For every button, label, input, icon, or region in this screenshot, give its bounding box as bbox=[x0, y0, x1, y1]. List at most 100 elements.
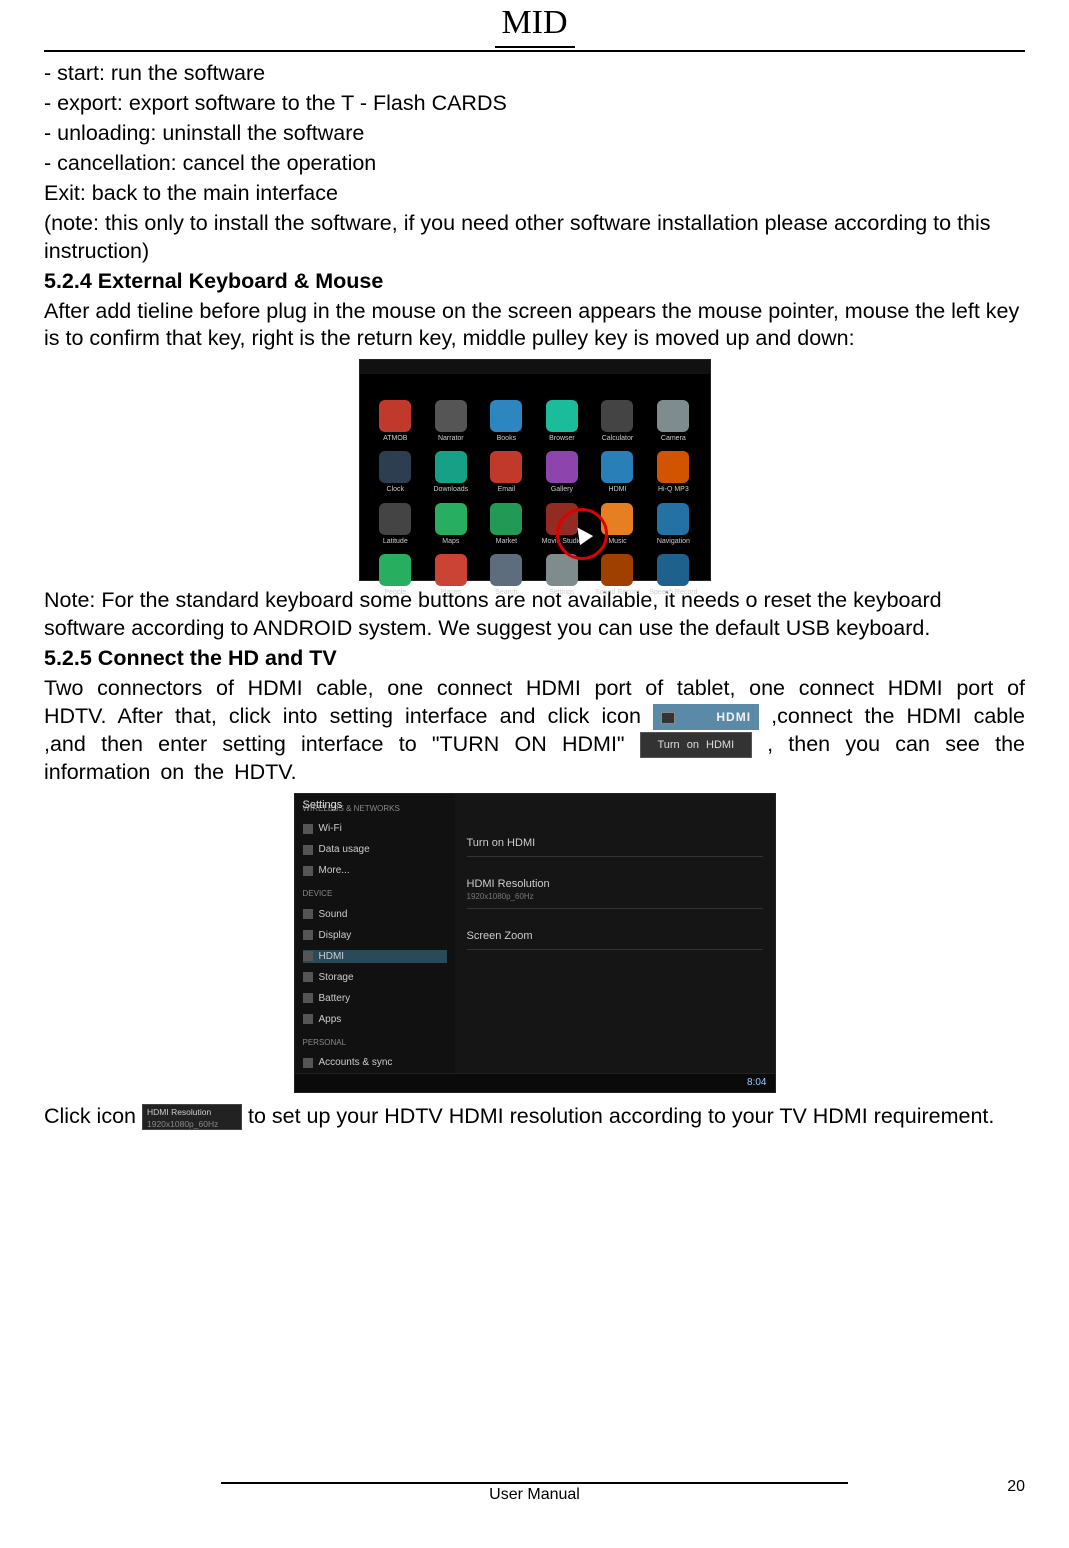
bullet-line: - unloading: uninstall the software bbox=[44, 120, 1025, 148]
app-label: Clock bbox=[372, 485, 420, 494]
settings-group-header: PERSONAL bbox=[303, 1038, 447, 1048]
app-cell: ATMOB bbox=[372, 400, 420, 443]
app-icon bbox=[490, 554, 522, 586]
app-cell: People bbox=[372, 554, 420, 597]
bullet-line: - start: run the software bbox=[44, 60, 1025, 88]
app-icon bbox=[435, 503, 467, 535]
app-cell: Market bbox=[483, 503, 531, 546]
settings-group-header: DEVICE bbox=[303, 889, 447, 899]
settings-item-icon bbox=[303, 824, 313, 834]
settings-option-title: HDMI Resolution bbox=[467, 877, 763, 891]
app-label: Camera bbox=[649, 434, 697, 443]
app-label: Email bbox=[483, 485, 531, 494]
android-status-bar bbox=[360, 360, 710, 374]
settings-option-sub: 1920x1080p_60Hz bbox=[467, 892, 763, 902]
settings-option-title: Turn on HDMI bbox=[467, 836, 763, 850]
bullet-line: - cancellation: cancel the operation bbox=[44, 150, 1025, 178]
app-icon bbox=[435, 400, 467, 432]
app-label: Browser bbox=[538, 434, 586, 443]
app-cell: Maps bbox=[427, 503, 475, 546]
app-icon bbox=[657, 503, 689, 535]
settings-item-label: Accounts & sync bbox=[319, 1056, 393, 1069]
app-label: Gallery bbox=[538, 485, 586, 494]
section-524-title: 5.2.4 External Keyboard & Mouse bbox=[44, 268, 1025, 296]
settings-item-icon bbox=[303, 1058, 313, 1068]
app-icon bbox=[657, 554, 689, 586]
app-cell: Settings bbox=[538, 554, 586, 597]
footer-rule bbox=[221, 1482, 849, 1484]
section-525-paragraph2: Click icon HDMI Resolution 1920x1080p_60… bbox=[44, 1099, 1025, 1133]
note-line: (note: this only to install the software… bbox=[44, 210, 1025, 266]
settings-option-title: Screen Zoom bbox=[467, 929, 763, 943]
app-icon bbox=[546, 451, 578, 483]
settings-item-icon bbox=[303, 993, 313, 1003]
android-nav-bar: 8:04 bbox=[295, 1073, 775, 1092]
settings-sidebar-item: Wi-Fi bbox=[303, 822, 447, 835]
hdmi-icon: HDMI bbox=[653, 704, 759, 730]
app-icon bbox=[379, 554, 411, 586]
settings-option: Turn on HDMI bbox=[467, 836, 763, 857]
screenshot-apps-grid: ATMOB Narrator Books Browser Calculator Camer… bbox=[359, 359, 711, 581]
app-cell: Speech Record bbox=[649, 554, 697, 597]
text-fragment: Click icon bbox=[44, 1104, 136, 1128]
clock-label: 8:04 bbox=[747, 1076, 766, 1089]
hdmi-resolution-icon: HDMI Resolution 1920x1080p_60Hz bbox=[142, 1104, 242, 1130]
settings-item-icon bbox=[303, 1014, 313, 1024]
settings-sidebar-item: Battery bbox=[303, 992, 447, 1005]
app-cell: Navigation bbox=[649, 503, 697, 546]
settings-item-icon bbox=[303, 866, 313, 876]
app-cell: Search bbox=[483, 554, 531, 597]
settings-window-title: Settings bbox=[303, 798, 343, 812]
app-label: Books bbox=[483, 434, 531, 443]
app-icon bbox=[490, 451, 522, 483]
settings-item-label: Battery bbox=[319, 992, 351, 1005]
app-label: Sound Record bbox=[594, 588, 642, 597]
settings-option: Screen Zoom bbox=[467, 929, 763, 950]
settings-item-label: Wi-Fi bbox=[319, 822, 342, 835]
page-footer: 20 User Manual bbox=[44, 1478, 1025, 1504]
app-cell: Latitude bbox=[372, 503, 420, 546]
settings-content: Turn on HDMI HDMI Resolution1920x1080p_60… bbox=[455, 794, 775, 1092]
app-cell: Hi-Q MP3 bbox=[649, 451, 697, 494]
text-fragment: to set up your HDTV HDMI resolution acco… bbox=[248, 1104, 994, 1128]
footer-label: User Manual bbox=[489, 1486, 580, 1503]
app-icon bbox=[546, 400, 578, 432]
settings-item-icon bbox=[303, 845, 313, 855]
settings-sidebar-item: HDMI bbox=[303, 950, 447, 963]
section-524-note: Note: For the standard keyboard some but… bbox=[44, 587, 1025, 643]
app-label: Latitude bbox=[372, 537, 420, 546]
app-label: Narrator bbox=[427, 434, 475, 443]
app-label: Search bbox=[483, 588, 531, 597]
app-cell: Gallery bbox=[538, 451, 586, 494]
screenshot-settings-hdmi: Settings WIRELESS & NETWORKSWi-FiData us… bbox=[294, 793, 776, 1093]
settings-item-label: HDMI bbox=[319, 950, 345, 963]
app-icon bbox=[601, 400, 633, 432]
app-icon bbox=[379, 400, 411, 432]
settings-sidebar-item: Storage bbox=[303, 971, 447, 984]
app-cell: Narrator bbox=[427, 400, 475, 443]
app-cell: Places bbox=[427, 554, 475, 597]
settings-option: HDMI Resolution1920x1080p_60Hz bbox=[467, 877, 763, 909]
section-525-paragraph: Two connectors of HDMI cable, one connec… bbox=[44, 675, 1025, 787]
app-cell: HDMI bbox=[594, 451, 642, 494]
app-icon bbox=[435, 554, 467, 586]
settings-item-label: Sound bbox=[319, 908, 348, 921]
app-label: Downloads bbox=[427, 485, 475, 494]
page-number: 20 bbox=[1007, 1478, 1025, 1496]
settings-sidebar-item: Apps bbox=[303, 1013, 447, 1026]
app-label: Speech Record bbox=[649, 588, 697, 597]
settings-sidebar-item: Data usage bbox=[303, 843, 447, 856]
settings-sidebar-item: More... bbox=[303, 864, 447, 877]
settings-sidebar: WIRELESS & NETWORKSWi-FiData usageMore..… bbox=[295, 794, 455, 1092]
settings-sidebar-item: Accounts & sync bbox=[303, 1056, 447, 1069]
app-cell: Email bbox=[483, 451, 531, 494]
header-rule bbox=[44, 50, 1025, 52]
app-icon bbox=[601, 451, 633, 483]
settings-item-icon bbox=[303, 930, 313, 940]
cursor-icon bbox=[570, 523, 592, 545]
settings-sidebar-item: Sound bbox=[303, 908, 447, 921]
app-cell: Calculator bbox=[594, 400, 642, 443]
app-cell: Books bbox=[483, 400, 531, 443]
body-text: - start: run the software - export: expo… bbox=[44, 60, 1025, 1133]
app-icon bbox=[379, 451, 411, 483]
